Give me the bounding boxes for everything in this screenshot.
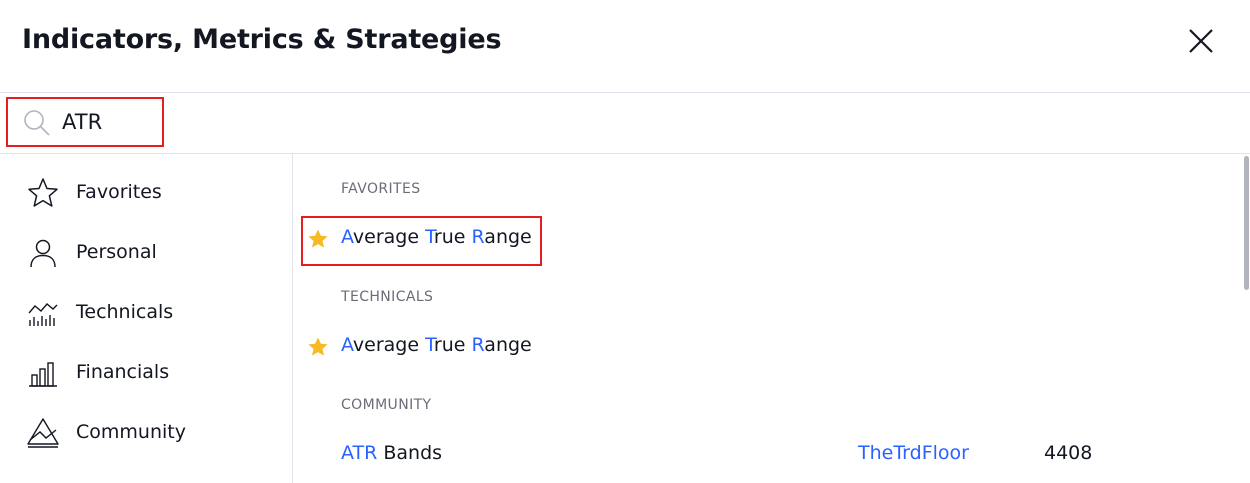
- sidebar-item-financials[interactable]: Financials: [0, 346, 292, 402]
- result-row-average-true-range[interactable]: Average True Range: [293, 322, 1233, 372]
- sidebar-item-personal[interactable]: Personal: [0, 226, 292, 282]
- results-panel: FAVORITES Average True Range TECHNICALS …: [293, 154, 1250, 483]
- close-icon[interactable]: [1186, 26, 1216, 56]
- star-outline-icon: [26, 176, 60, 210]
- sidebar-item-label: Technicals: [76, 301, 174, 323]
- indicator-name: Average True Range: [341, 334, 532, 356]
- sidebar-item-favorites[interactable]: Favorites: [0, 166, 292, 222]
- indicator-name: ATR Bands: [341, 442, 443, 464]
- sidebar-item-label: Financials: [76, 361, 170, 383]
- search-input[interactable]: [62, 105, 158, 139]
- search-icon: [22, 108, 52, 138]
- sidebar-item-label: Community: [76, 421, 186, 443]
- section-heading-technicals: TECHNICALS: [341, 289, 434, 305]
- section-heading-favorites: FAVORITES: [341, 181, 421, 197]
- user-icon: [26, 236, 60, 270]
- search-row: [0, 93, 1250, 154]
- category-sidebar: Favorites Personal Technicals Financials…: [0, 154, 293, 483]
- sidebar-item-community[interactable]: Community: [0, 406, 292, 462]
- boost-count: 4408: [1044, 442, 1093, 464]
- sidebar-item-label: Personal: [76, 241, 157, 263]
- indicator-name: Average True Range: [341, 226, 532, 248]
- star-filled-icon[interactable]: [307, 228, 329, 250]
- sidebar-item-technicals[interactable]: Technicals: [0, 286, 292, 342]
- result-row-average-true-range-favorite[interactable]: Average True Range: [293, 214, 1233, 264]
- community-icon: [26, 416, 60, 450]
- scrollbar[interactable]: [1244, 156, 1249, 290]
- section-heading-community: COMMUNITY: [341, 397, 432, 413]
- technicals-chart-icon: [26, 296, 60, 330]
- dialog-header: Indicators, Metrics & Strategies: [0, 0, 1250, 93]
- bar-chart-icon: [26, 356, 60, 390]
- author-link[interactable]: TheTrdFloor: [858, 442, 969, 464]
- dialog-title: Indicators, Metrics & Strategies: [22, 24, 502, 55]
- star-filled-icon[interactable]: [307, 336, 329, 358]
- search-box: [6, 97, 164, 147]
- sidebar-item-label: Favorites: [76, 181, 162, 203]
- result-row-atr-bands[interactable]: ATR Bands TheTrdFloor 4408: [293, 430, 1233, 480]
